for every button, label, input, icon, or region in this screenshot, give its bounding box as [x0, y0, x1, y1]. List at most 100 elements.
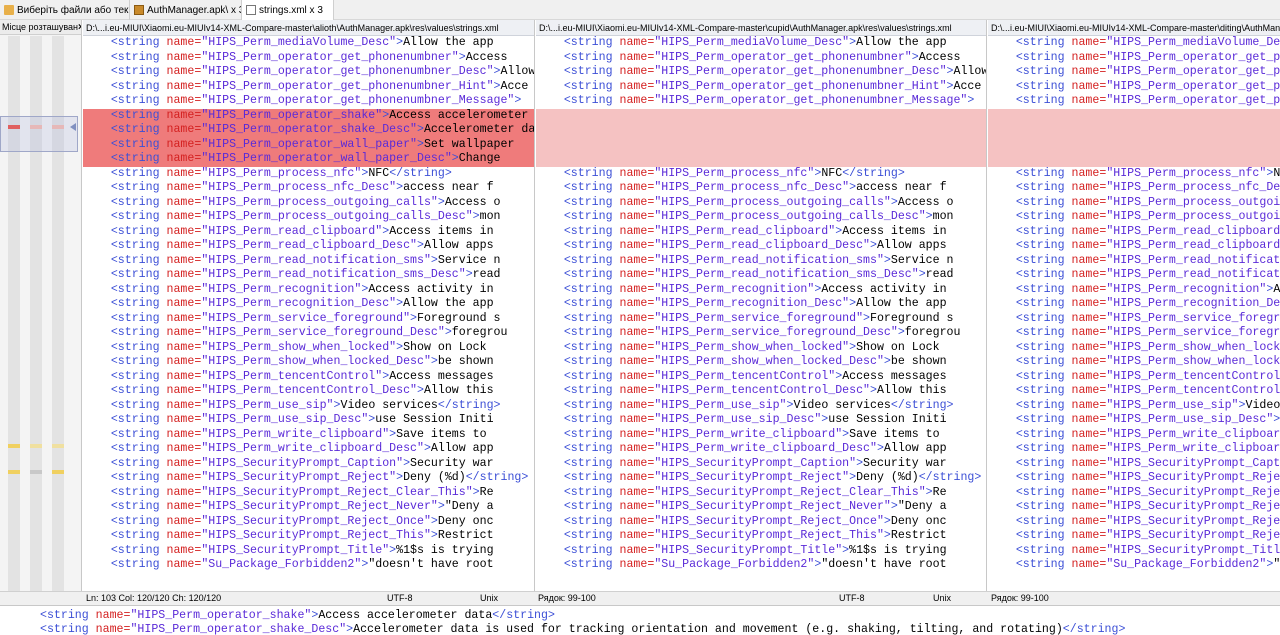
code-line[interactable]: <string name="HIPS_Perm_recognition_Desc…: [988, 297, 1280, 312]
code-line[interactable]: <string name="HIPS_Perm_operator_get_pho…: [988, 51, 1280, 66]
code-line[interactable]: <string name="HIPS_Perm_show_when_locked…: [988, 355, 1280, 370]
code-line[interactable]: <string name="HIPS_Perm_write_clipboard"…: [536, 428, 986, 443]
code-line[interactable]: <string name="HIPS_Perm_tencentControl">…: [988, 370, 1280, 385]
code-line[interactable]: <string name="HIPS_Perm_write_clipboard_…: [988, 442, 1280, 457]
code-line[interactable]: <string name="HIPS_Perm_service_foregrou…: [536, 312, 986, 327]
encoding-label[interactable]: UTF-8: [839, 592, 865, 605]
code-line[interactable]: <string name="HIPS_SecurityPrompt_Reject…: [536, 529, 986, 544]
code-line[interactable]: <string name="HIPS_Perm_operator_shake">…: [83, 108, 534, 123]
code-line[interactable]: <string name="HIPS_Perm_use_sip">Video s…: [83, 399, 534, 414]
code-line[interactable]: <string name="Su_Package_Forbidden2">"do…: [83, 558, 534, 573]
code-line[interactable]: <string name="HIPS_Perm_read_notificatio…: [83, 254, 534, 269]
close-icon[interactable]: ×: [78, 22, 81, 33]
file-path[interactable]: D:\...i.eu-MIUI\Xiaomi.eu-MIUIv14-XML-Co…: [83, 20, 534, 36]
code-line[interactable]: <string name="HIPS_Perm_mediaVolume_Desc…: [83, 36, 534, 51]
code-line[interactable]: <string name="HIPS_SecurityPrompt_Reject…: [988, 515, 1280, 530]
code-line[interactable]: <string name="HIPS_Perm_operator_get_pho…: [83, 51, 534, 66]
code-line[interactable]: <string name="HIPS_SecurityPrompt_Captio…: [83, 457, 534, 472]
code-line[interactable]: <string name="HIPS_Perm_service_foregrou…: [83, 312, 534, 327]
code-line[interactable]: <string name="HIPS_SecurityPrompt_Reject…: [83, 471, 534, 486]
code-line[interactable]: <string name="HIPS_Perm_process_outgoing…: [988, 210, 1280, 225]
code-line[interactable]: [536, 137, 986, 152]
code-line[interactable]: <string name="HIPS_Perm_service_foregrou…: [988, 312, 1280, 327]
code-line[interactable]: [988, 108, 1280, 123]
code-line[interactable]: <string name="HIPS_Perm_operator_get_pho…: [988, 94, 1280, 109]
code-line[interactable]: <string name="HIPS_SecurityPrompt_Reject…: [988, 500, 1280, 515]
code-line[interactable]: <string name="HIPS_SecurityPrompt_Reject…: [536, 471, 986, 486]
code-line[interactable]: <string name="HIPS_SecurityPrompt_Reject…: [83, 486, 534, 501]
code-line[interactable]: <string name="HIPS_SecurityPrompt_Reject…: [83, 529, 534, 544]
tab-strings-xml[interactable]: strings.xml x 3: [242, 0, 334, 20]
code-line[interactable]: <string name="HIPS_Perm_read_notificatio…: [988, 254, 1280, 269]
code-line[interactable]: <string name="HIPS_Perm_read_clipboard_D…: [83, 239, 534, 254]
code-line[interactable]: <string name="HIPS_Perm_write_clipboard_…: [83, 442, 534, 457]
code-line[interactable]: <string name="HIPS_Perm_recognition_Desc…: [536, 297, 986, 312]
code-line[interactable]: <string name="HIPS_Perm_use_sip_Desc">us…: [536, 413, 986, 428]
code-line[interactable]: <string name="HIPS_Perm_process_nfc">NFC…: [536, 167, 986, 182]
code-line[interactable]: <string name="HIPS_Perm_operator_wall_pa…: [83, 137, 534, 152]
eol-label[interactable]: Unix: [933, 592, 951, 605]
code-line[interactable]: <string name="HIPS_Perm_operator_wall_pa…: [83, 152, 534, 167]
code-line[interactable]: <string name="HIPS_Perm_recognition">Acc…: [988, 283, 1280, 298]
code-line[interactable]: <string name="HIPS_Perm_recognition">Acc…: [536, 283, 986, 298]
code-area[interactable]: <string name="HIPS_Perm_mediaVolume_Desc…: [83, 36, 534, 594]
code-line[interactable]: <string name="Su_Package_Forbidden2">"do…: [536, 558, 986, 573]
code-line[interactable]: <string name="HIPS_Perm_process_outgoing…: [536, 210, 986, 225]
code-line[interactable]: <string name="HIPS_Perm_read_clipboard">…: [536, 225, 986, 240]
code-line[interactable]: [988, 137, 1280, 152]
location-viewport[interactable]: [0, 116, 78, 152]
code-line[interactable]: <string name="Su_Package_Forbidden2">"do…: [988, 558, 1280, 573]
code-line[interactable]: <string name="HIPS_Perm_process_outgoing…: [536, 196, 986, 211]
code-line[interactable]: <string name="HIPS_Perm_process_outgoing…: [83, 196, 534, 211]
code-line[interactable]: <string name="HIPS_Perm_operator_get_pho…: [536, 51, 986, 66]
code-line[interactable]: <string name="HIPS_Perm_read_notificatio…: [988, 268, 1280, 283]
compare-pane-left[interactable]: D:\...i.eu-MIUI\Xiaomi.eu-MIUIv14-XML-Co…: [83, 20, 535, 603]
code-line[interactable]: <string name="HIPS_SecurityPrompt_Reject…: [988, 486, 1280, 501]
code-line[interactable]: <string name="HIPS_Perm_read_clipboard_D…: [988, 239, 1280, 254]
code-line[interactable]: <string name="HIPS_Perm_read_notificatio…: [536, 254, 986, 269]
code-line[interactable]: <string name="HIPS_SecurityPrompt_Title"…: [536, 544, 986, 559]
code-line[interactable]: <string name="HIPS_Perm_service_foregrou…: [988, 326, 1280, 341]
code-line[interactable]: <string name="HIPS_Perm_tencentControl">…: [83, 370, 534, 385]
code-line[interactable]: <string name="HIPS_Perm_use_sip">Video s…: [536, 399, 986, 414]
code-line[interactable]: <string name="HIPS_SecurityPrompt_Reject…: [988, 471, 1280, 486]
code-line[interactable]: [536, 108, 986, 123]
diff-detail-pane[interactable]: <string name="HIPS_Perm_operator_shake">…: [0, 605, 1280, 635]
code-line[interactable]: <string name="HIPS_SecurityPrompt_Reject…: [83, 515, 534, 530]
code-line[interactable]: <string name="HIPS_Perm_operator_get_pho…: [988, 80, 1280, 95]
file-path[interactable]: D:\...i.eu-MIUI\Xiaomi.eu-MIUIv14-XML-Co…: [988, 20, 1280, 36]
code-line[interactable]: <string name="HIPS_Perm_process_nfc_Desc…: [536, 181, 986, 196]
code-line[interactable]: <string name="HIPS_Perm_process_nfc">NFC…: [83, 167, 534, 182]
tab-authmanager-apk[interactable]: AuthManager.apk\ x 3: [130, 0, 242, 20]
code-line[interactable]: <string name="HIPS_Perm_read_notificatio…: [536, 268, 986, 283]
compare-pane-right[interactable]: D:\...i.eu-MIUI\Xiaomi.eu-MIUIv14-XML-Co…: [988, 20, 1280, 603]
code-line[interactable]: <string name="HIPS_Perm_tencentControl_D…: [83, 384, 534, 399]
code-line[interactable]: <string name="HIPS_Perm_show_when_locked…: [988, 341, 1280, 356]
code-line[interactable]: <string name="HIPS_Perm_service_foregrou…: [83, 326, 534, 341]
code-line[interactable]: <string name="HIPS_Perm_use_sip_Desc">us…: [988, 413, 1280, 428]
code-line[interactable]: [988, 123, 1280, 138]
code-line[interactable]: <string name="HIPS_SecurityPrompt_Reject…: [536, 500, 986, 515]
code-line[interactable]: <string name="HIPS_Perm_process_nfc_Desc…: [988, 181, 1280, 196]
code-line[interactable]: <string name="HIPS_SecurityPrompt_Reject…: [536, 515, 986, 530]
code-line[interactable]: <string name="HIPS_Perm_process_outgoing…: [83, 210, 534, 225]
code-line[interactable]: <string name="HIPS_Perm_show_when_locked…: [83, 341, 534, 356]
tab-select-files[interactable]: Виберіть файли або теки...: [0, 0, 130, 20]
code-line[interactable]: <string name="HIPS_Perm_read_clipboard">…: [83, 225, 534, 240]
code-line[interactable]: <string name="HIPS_SecurityPrompt_Captio…: [988, 457, 1280, 472]
code-line[interactable]: <string name="HIPS_Perm_operator_get_pho…: [536, 80, 986, 95]
code-line[interactable]: <string name="HIPS_Perm_operator_get_pho…: [83, 65, 534, 80]
code-line[interactable]: <string name="HIPS_SecurityPrompt_Reject…: [988, 529, 1280, 544]
code-line[interactable]: <string name="HIPS_Perm_operator_get_pho…: [536, 94, 986, 109]
code-area[interactable]: <string name="HIPS_Perm_mediaVolume_Desc…: [988, 36, 1280, 594]
code-line[interactable]: <string name="HIPS_Perm_write_clipboard_…: [536, 442, 986, 457]
code-line[interactable]: <string name="HIPS_Perm_write_clipboard"…: [83, 428, 534, 443]
code-line[interactable]: <string name="HIPS_Perm_recognition_Desc…: [83, 297, 534, 312]
code-line[interactable]: <string name="HIPS_SecurityPrompt_Reject…: [536, 486, 986, 501]
code-line[interactable]: <string name="HIPS_Perm_operator_get_pho…: [83, 80, 534, 95]
code-line[interactable]: <string name="HIPS_Perm_tencentControl_D…: [988, 384, 1280, 399]
code-line[interactable]: <string name="HIPS_Perm_read_clipboard">…: [988, 225, 1280, 240]
code-line[interactable]: <string name="HIPS_Perm_operator_get_pho…: [83, 94, 534, 109]
code-line[interactable]: <string name="HIPS_Perm_use_sip">Video s…: [988, 399, 1280, 414]
code-line[interactable]: [988, 152, 1280, 167]
